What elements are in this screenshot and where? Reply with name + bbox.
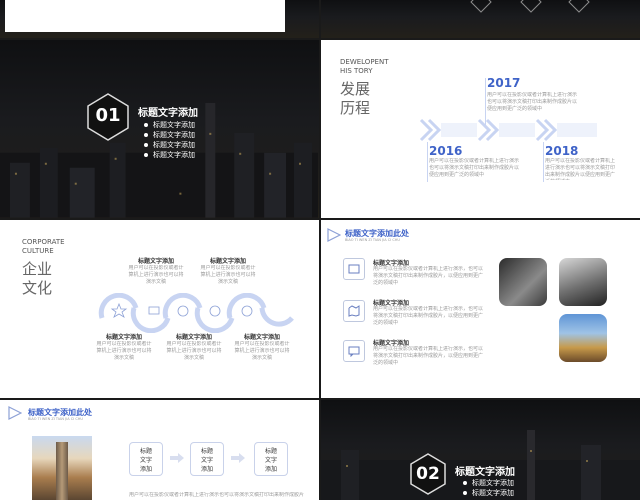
play-triangle-icon [8,406,22,420]
list-item-desc: 用户可以在投影仪或者计算机上进行演示，也可以将演示文稿打印出来制作成胶片，以便应… [373,346,483,366]
map-icon [348,305,360,317]
slide-thumb-process[interactable]: 标题文字添加此处 BIAO TI WEN ZI TIAN JIA CI CHU … [0,400,319,500]
section-number: 01 [95,105,121,126]
year-2016-desc: 用户可以在投影仪或者计算机上进行演示也可以将演示文稿打印出来制作成胶片以便应用到… [429,158,519,178]
photo-building-1 [499,258,547,306]
section-title: 标题文字添加 [138,108,198,119]
slide-thumb-section-02[interactable]: 02 标题文字添加 标题文字添加 标题文字添加 [321,400,640,500]
culture-arcs [98,293,294,333]
culture-item-top-1: 标题文字添加 用户可以在投影仪或者计算机上进行演示也可以将演示文稿 [128,258,184,285]
chat-icon [348,346,360,357]
photo-building-2 [559,258,607,306]
bullet-item: 标题文字添加 [144,140,195,150]
slide-thumb-culture[interactable]: CORPORATE CULTURE 企业 文化 标题文字添加 用户可以在投影仪或者计… [0,220,319,398]
info-icon [209,305,221,317]
section-number: 02 [416,464,440,484]
timeline-line [485,78,486,128]
en-heading: DEWELOPENT HIS TORY [340,58,389,75]
year-2017: 2017 [487,76,521,90]
step-box-3: 标题 文字 添加 [254,442,288,476]
culture-item-bottom-1: 标题文字添加 用户可以在投影仪或者计算机上进行演示也可以将演示文稿 [96,334,152,361]
clock-icon [241,305,253,317]
diamond-shapes [470,0,590,13]
culture-item-bottom-2: 标题文字添加 用户可以在投影仪或者计算机上进行演示也可以将演示文稿 [166,334,222,361]
icon-box-1 [343,258,365,280]
step-box-2: 标题 文字 添加 [190,442,224,476]
cn-heading: 企业 文化 [22,260,53,297]
slide-thumb-top-right[interactable] [321,0,640,38]
timeline-chevrons [419,118,597,142]
timeline-line [427,142,428,182]
photo-skyscraper [32,436,92,500]
bullet-item: 标题文字添加 [144,120,195,130]
bullet-list: 标题文字添加 标题文字添加 [463,478,514,498]
slide-thumb-history[interactable]: DEWELOPENT HIS TORY 发展 历程 2017 用户可以在投影仪或者计… [321,40,640,218]
star-icon [110,302,128,318]
year-2018-desc: 用户可以在投影仪或者计算机上进行演示也可以将演示文稿打印出来制作成胶片以便应用到… [545,158,615,180]
culture-item-top-2: 标题文字添加 用户可以在投影仪或者计算机上进行演示也可以将演示文稿 [200,258,256,285]
list-item-desc: 用户可以在投影仪或者计算机上进行演示，也可以将演示文稿打印出来制作成胶片，以便应… [373,306,483,326]
bullet-item: 标题文字添加 [463,488,514,498]
year-2018: 2018 [545,144,579,158]
card-icon [348,264,360,274]
year-2017-desc: 用户可以在投影仪或者计算机上进行演示也可以将演示文稿打印出来制作成胶片以便应用到… [487,92,577,112]
bullet-item: 标题文字添加 [144,150,195,160]
icon-box-2 [343,300,365,322]
white-panel [5,0,285,32]
slide-thumb-section-01[interactable]: 01 标题文字添加 标题文字添加 标题文字添加 标题文字添加 标题文字添加 [0,40,319,218]
photo-city-color [559,314,607,362]
en-heading: CORPORATE CULTURE [22,238,65,255]
arrow-right-icon [231,453,245,463]
slide-subheader: BIAO TI WEN ZI TIAN JIA CI CHU [345,238,400,242]
slide-thumb-icon-list[interactable]: 标题文字添加此处 BIAO TI WEN ZI TIAN JIA CI CHU … [321,220,640,398]
globe-icon [177,305,189,317]
section-title: 标题文字添加 [455,467,515,478]
arrow-right-icon [170,453,184,463]
year-2016: 2016 [429,144,463,158]
bullet-item: 标题文字添加 [463,478,514,488]
play-triangle-icon [327,228,341,242]
culture-item-bottom-3: 标题文字添加 用户可以在投影仪或者计算机上进行演示也可以将演示文稿 [234,334,290,361]
bullet-item: 标题文字添加 [144,130,195,140]
bullet-list: 标题文字添加 标题文字添加 标题文字添加 标题文字添加 [144,120,195,160]
step-box-1: 标题 文字 添加 [129,442,163,476]
cn-heading: 发展 历程 [340,80,371,117]
process-desc: 用户可以在投影仪或者计算机上进行演示也可以将演示文稿打印出来制作成胶片 [129,492,305,498]
timeline-line [543,142,544,182]
icon-box-3 [343,340,365,362]
slide-subheader: BIAO TI WEN ZI TIAN JIA CI CHU [28,417,83,421]
mail-icon [148,306,160,315]
slide-thumb-top-left[interactable] [0,0,319,38]
list-item-desc: 用户可以在投影仪或者计算机上进行演示，也可以将演示文稿打印出来制作成胶片，以便应… [373,266,483,286]
